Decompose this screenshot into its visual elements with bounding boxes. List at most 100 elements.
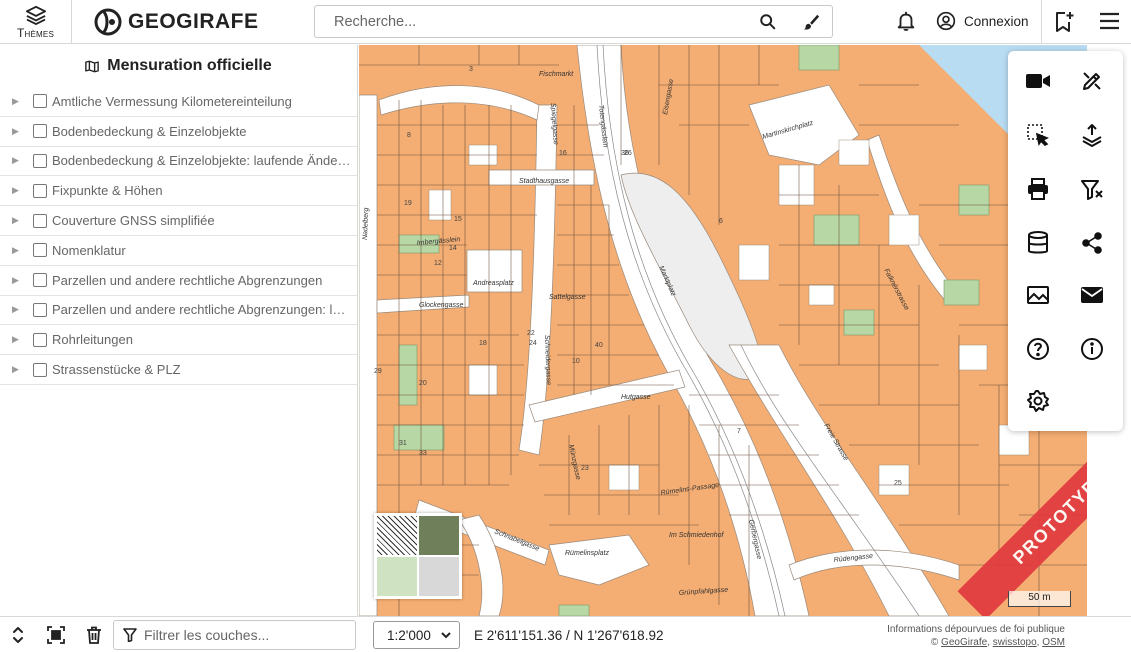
layer-checkbox[interactable]	[33, 273, 47, 288]
layer-item[interactable]: ▶ Fixpunkte & Höhen	[0, 176, 357, 207]
map-icon	[85, 60, 100, 72]
layer-item[interactable]: ▶ Bodenbedeckung & Einzelobjekte	[0, 117, 357, 147]
parcel-number: 16	[559, 150, 567, 157]
brand-name: GEOGIRAFE	[128, 10, 259, 33]
layer-item[interactable]: ▶ Nomenklatur	[0, 236, 357, 266]
layer-import-icon[interactable]	[1078, 121, 1106, 149]
layer-item[interactable]: ▶ Couverture GNSS simplifiée	[0, 206, 357, 236]
layer-checkbox[interactable]	[33, 183, 47, 198]
filter-funnel-icon	[123, 628, 137, 642]
themes-button[interactable]: Thèmes	[0, 0, 72, 44]
filter-icon[interactable]	[1078, 175, 1106, 203]
search-box	[314, 5, 833, 38]
layer-label: Rohrleitungen	[52, 332, 133, 348]
chevron-right-icon[interactable]: ▶	[12, 155, 20, 166]
add-bookmark-icon[interactable]	[1053, 10, 1075, 34]
layer-checkbox[interactable]	[33, 124, 47, 139]
layer-checkbox[interactable]	[33, 362, 47, 377]
attribution-disclaimer: Informations dépourvues de foi publique	[887, 624, 1065, 635]
layer-label: Couverture GNSS simplifiée	[52, 213, 215, 229]
street-label: Hutgasse	[621, 394, 651, 401]
database-icon[interactable]	[1024, 229, 1052, 257]
brand-logo: GEOGIRAFE	[94, 8, 259, 36]
hamburger-menu-icon[interactable]	[1099, 12, 1120, 30]
search-icon[interactable]	[759, 13, 777, 31]
layer-filter-input[interactable]	[144, 621, 349, 649]
layer-label: Bodenbedeckung & Einzelobjekte	[52, 123, 247, 139]
attribution-prefix: ©	[930, 637, 942, 648]
expand-collapse-icon[interactable]	[10, 626, 26, 644]
settings-icon[interactable]	[1024, 387, 1052, 415]
attribution-sources: © GeoGirafe, swisstopo, OSM	[930, 637, 1065, 648]
parcel-number: 3	[469, 66, 473, 73]
tools-panel	[1008, 51, 1123, 431]
parcel-number: 8	[407, 132, 411, 139]
layer-checkbox[interactable]	[33, 332, 47, 347]
layer-item[interactable]: ▶ Bodenbedeckung & Einzelobjekte: laufend…	[0, 147, 357, 177]
basemap-thumb-grey[interactable]	[419, 557, 459, 596]
login-button[interactable]: Connexion	[936, 11, 1029, 31]
parcel-number: 12	[434, 260, 442, 267]
draw-tools-icon[interactable]	[1078, 67, 1106, 95]
parcel-number: 7	[737, 428, 741, 435]
video-icon[interactable]	[1024, 67, 1052, 95]
chevron-right-icon[interactable]: ▶	[12, 215, 20, 226]
parcel-number: 29	[374, 368, 382, 375]
parcel-number: 20	[419, 380, 427, 387]
zoom-to-extent-icon[interactable]	[47, 626, 65, 644]
share-icon[interactable]	[1078, 229, 1106, 257]
layer-item[interactable]: ▶ Amtliche Vermessung Kilometereinteilung	[0, 87, 357, 117]
layer-checkbox[interactable]	[33, 243, 47, 258]
layer-checkbox[interactable]	[33, 94, 47, 109]
chevron-right-icon[interactable]: ▶	[12, 304, 20, 315]
scale-select[interactable]: 1:2'000	[373, 621, 460, 649]
layer-label: Strassenstücke & PLZ	[52, 362, 181, 378]
chevron-right-icon[interactable]: ▶	[12, 334, 20, 345]
chevron-right-icon[interactable]: ▶	[12, 275, 20, 286]
paintbrush-icon[interactable]	[802, 13, 820, 31]
basemap-switcher[interactable]	[374, 513, 462, 599]
basemap-thumb-cadastral[interactable]	[377, 516, 417, 555]
select-icon[interactable]	[1024, 121, 1052, 149]
layer-checkbox[interactable]	[33, 213, 47, 228]
parcel-number: 10	[572, 358, 580, 365]
parcel-number: 14	[449, 245, 457, 252]
header-separator	[1041, 0, 1042, 44]
layer-label: Fixpunkte & Höhen	[52, 183, 163, 199]
basemap-thumb-aerial[interactable]	[419, 516, 459, 555]
layer-label: Bodenbedeckung & Einzelobjekte: laufende…	[52, 153, 352, 169]
mail-icon[interactable]	[1078, 281, 1106, 309]
chevron-right-icon[interactable]: ▶	[12, 126, 20, 137]
layer-checkbox[interactable]	[33, 153, 47, 168]
attribution-link-geogirafe[interactable]: GeoGirafe	[941, 637, 987, 648]
trash-icon[interactable]	[86, 626, 102, 644]
layer-item[interactable]: ▶ Parzellen und andere rechtliche Abgrenz…	[0, 296, 357, 326]
street-label: Stadthausgasse	[519, 178, 569, 185]
help-icon[interactable]	[1024, 335, 1052, 363]
chevron-right-icon[interactable]: ▶	[12, 364, 20, 375]
cadastral-map[interactable]: Marktplatz Hutgasse Rümelins-Passage Rüm…	[359, 45, 1087, 616]
info-icon[interactable]	[1078, 335, 1106, 363]
layer-label: Amtliche Vermessung Kilometereinteilung	[52, 93, 292, 109]
chevron-right-icon[interactable]: ▶	[12, 185, 20, 196]
chevron-right-icon[interactable]: ▶	[12, 96, 20, 107]
layer-checkbox[interactable]	[33, 302, 47, 317]
street-label: Nadelberg	[362, 207, 370, 240]
map-view[interactable]: Marktplatz Hutgasse Rümelins-Passage Rüm…	[359, 45, 1087, 616]
layer-item[interactable]: ▶ Parzellen und andere rechtliche Abgrenz…	[0, 266, 357, 296]
parcel-number: 25	[894, 480, 902, 487]
chevron-right-icon[interactable]: ▶	[12, 245, 20, 256]
basemap-thumb-topo[interactable]	[377, 557, 417, 596]
layer-item[interactable]: ▶ Rohrleitungen	[0, 325, 357, 356]
attribution-link-osm[interactable]: OSM	[1042, 637, 1065, 648]
attribution-link-swisstopo[interactable]: swisstopo	[993, 637, 1037, 648]
coordinates-readout: E 2'611'151.36 / N 1'267'618.92	[474, 628, 664, 643]
layer-item[interactable]: ▶ Strassenstücke & PLZ	[0, 355, 357, 385]
print-icon[interactable]	[1024, 175, 1052, 203]
image-icon[interactable]	[1024, 281, 1052, 309]
login-label: Connexion	[964, 13, 1029, 29]
notifications-bell-icon[interactable]	[895, 10, 917, 32]
parcel-number: 22	[527, 330, 535, 337]
parcel-number: 40	[595, 342, 603, 349]
search-input[interactable]	[315, 6, 745, 37]
